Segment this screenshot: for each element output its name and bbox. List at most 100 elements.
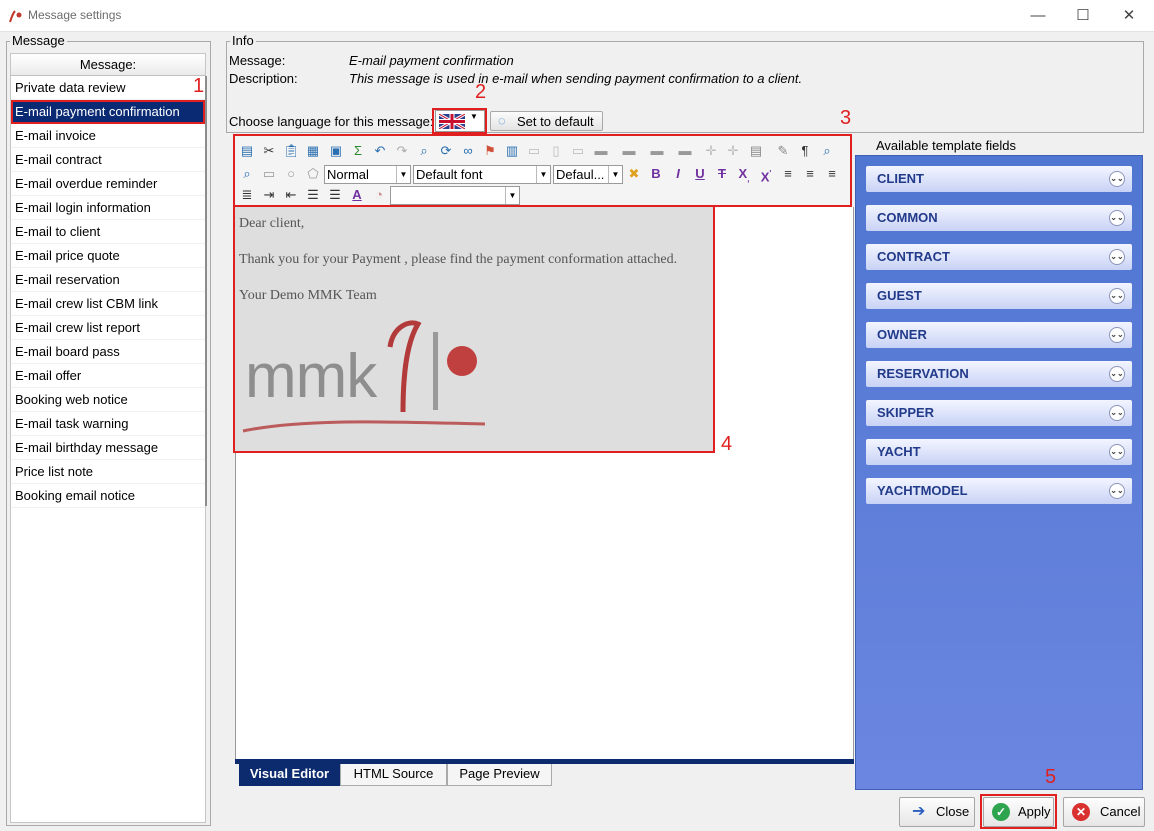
minimize-button[interactable]: — xyxy=(1015,0,1061,32)
message-list-item[interactable]: E-mail overdue reminder xyxy=(11,172,205,196)
zoom-out-icon[interactable]: ⌕ xyxy=(239,166,255,182)
link-icon[interactable]: ∞ xyxy=(460,143,476,159)
split-cells-icon[interactable]: ▬ xyxy=(621,143,637,159)
message-list[interactable]: Message: Private data review E-mail payme… xyxy=(10,53,206,823)
template-field-contract[interactable]: CONTRACT ⌄⌄ xyxy=(866,244,1132,270)
undo-icon[interactable]: ↶ xyxy=(372,143,388,159)
close-button[interactable]: ➔ Close xyxy=(899,797,975,827)
cell-props-icon[interactable]: ▬ xyxy=(649,143,665,159)
indent-icon[interactable]: ⇥ xyxy=(261,187,277,203)
message-list-item[interactable]: Private data review xyxy=(11,76,205,100)
message-group-title: Message xyxy=(10,33,67,48)
highlight-icon[interactable]: ⚑ xyxy=(482,143,498,159)
table-delete-icon[interactable]: ▬ xyxy=(677,143,693,159)
paragraph-icon[interactable]: ¶ xyxy=(797,143,813,159)
paste-icon[interactable]: 📋︎ xyxy=(283,143,300,159)
subscript-icon[interactable]: X, xyxy=(736,166,752,184)
message-list-item[interactable]: E-mail payment confirmation xyxy=(11,100,205,124)
language-select[interactable]: ▼ xyxy=(435,110,485,132)
insert-image-icon[interactable]: ▣ xyxy=(328,143,344,159)
text-color-icon[interactable]: A xyxy=(349,187,365,203)
apply-button[interactable]: ✓ Apply xyxy=(983,797,1054,827)
template-field-common[interactable]: COMMON ⌄⌄ xyxy=(866,205,1132,231)
clear-format-icon[interactable]: ✖ xyxy=(626,166,642,182)
redo-icon[interactable]: ↷ xyxy=(394,143,410,159)
delete-row-icon[interactable]: ▭ xyxy=(570,143,586,159)
message-list-item[interactable]: E-mail offer xyxy=(11,364,205,388)
bullet-list-icon[interactable]: ☰ xyxy=(327,187,343,203)
message-list-item[interactable]: E-mail price quote xyxy=(11,244,205,268)
class-select[interactable]: ▼ xyxy=(390,186,520,205)
align-center-icon[interactable]: ≡ xyxy=(802,166,818,182)
clipboard-icon[interactable]: ▤ xyxy=(748,143,764,159)
resize-icon[interactable]: ✛ xyxy=(725,143,741,159)
message-body[interactable]: Dear client, Thank you for your Payment … xyxy=(235,207,713,451)
message-list-item[interactable]: E-mail crew list report xyxy=(11,316,205,340)
font-select[interactable]: Default font ▼ xyxy=(413,165,551,184)
template-field-skipper[interactable]: SKIPPER ⌄⌄ xyxy=(866,400,1132,426)
find-icon[interactable]: ⌕ xyxy=(416,143,432,159)
background-color-icon[interactable]: ◔ xyxy=(371,187,387,203)
superscript-icon[interactable]: X' xyxy=(758,166,774,184)
italic-icon[interactable]: I xyxy=(670,166,686,182)
template-field-yachtmodel[interactable]: YACHTMODEL ⌄⌄ xyxy=(866,478,1132,504)
insert-table-icon[interactable]: ▦ xyxy=(305,143,321,159)
message-list-item[interactable]: E-mail contract xyxy=(11,148,205,172)
template-field-label: YACHTMODEL xyxy=(877,483,968,498)
message-list-item[interactable]: E-mail board pass xyxy=(11,340,205,364)
message-list-item[interactable]: E-mail task warning xyxy=(11,412,205,436)
refresh-icon: ◌ xyxy=(498,113,506,128)
move-icon[interactable]: ✛ xyxy=(703,143,719,159)
message-list-item[interactable]: E-mail reservation xyxy=(11,268,205,292)
style-select[interactable]: Normal ▼ xyxy=(324,165,411,184)
circle-icon[interactable]: ○ xyxy=(283,166,299,182)
window-close-button[interactable]: ✕ xyxy=(1106,0,1152,32)
message-list-item[interactable]: Booking web notice xyxy=(11,388,205,412)
numbered-list-icon[interactable]: ☰ xyxy=(305,187,321,203)
select-all-icon[interactable]: ▤ xyxy=(239,143,255,159)
language-dropdown-arrow-icon[interactable]: ▼ xyxy=(470,112,478,121)
cancel-button[interactable]: ✕ Cancel xyxy=(1063,797,1145,827)
body-signature: Your Demo MMK Team xyxy=(239,288,377,303)
message-list-header[interactable]: Message: xyxy=(11,54,205,76)
info-group-title: Info xyxy=(230,33,256,48)
sum-icon[interactable]: Σ xyxy=(350,143,366,159)
cut-icon[interactable]: ✂ xyxy=(261,143,277,159)
template-field-guest[interactable]: GUEST ⌄⌄ xyxy=(866,283,1132,309)
message-list-item[interactable]: E-mail login information xyxy=(11,196,205,220)
align-right-icon[interactable]: ≡ xyxy=(824,166,840,182)
insert-row-icon[interactable]: ▭ xyxy=(526,143,542,159)
table-props-icon[interactable]: ▥ xyxy=(504,143,520,159)
size-select[interactable]: Defaul... ▼ xyxy=(553,165,623,184)
insert-col-icon[interactable]: ▯ xyxy=(548,143,564,159)
template-field-client[interactable]: CLIENT ⌄⌄ xyxy=(866,166,1132,192)
strikethrough-icon[interactable]: T xyxy=(714,166,730,182)
chevron-down-icon: ▼ xyxy=(396,166,410,183)
zoom-in-icon[interactable]: ⌕ xyxy=(819,143,835,159)
merge-cells-icon[interactable]: ▬ xyxy=(593,143,609,159)
polygon-icon[interactable]: ⬠ xyxy=(305,166,321,182)
template-field-yacht[interactable]: YACHT ⌄⌄ xyxy=(866,439,1132,465)
template-field-owner[interactable]: OWNER ⌄⌄ xyxy=(866,322,1132,348)
edit-icon[interactable]: ✎ xyxy=(775,143,791,159)
message-list-item[interactable]: E-mail birthday message xyxy=(11,436,205,460)
message-list-item[interactable]: Booking email notice xyxy=(11,484,205,508)
message-list-item[interactable]: E-mail to client xyxy=(11,220,205,244)
replace-icon[interactable]: ⟳ xyxy=(438,143,454,159)
template-field-reservation[interactable]: RESERVATION ⌄⌄ xyxy=(866,361,1132,387)
justify-icon[interactable]: ≣ xyxy=(239,187,255,203)
tab-page-preview[interactable]: Page Preview xyxy=(447,764,552,786)
message-list-item[interactable]: Price list note xyxy=(11,460,205,484)
message-list-item[interactable]: E-mail invoice xyxy=(11,124,205,148)
underline-icon[interactable]: U xyxy=(692,166,708,182)
rectangle-icon[interactable]: ▭ xyxy=(261,166,277,182)
message-list-item[interactable]: E-mail crew list CBM link xyxy=(11,292,205,316)
outdent-icon[interactable]: ⇤ xyxy=(283,187,299,203)
chevron-double-down-icon: ⌄⌄ xyxy=(1109,327,1125,343)
tab-html-source[interactable]: HTML Source xyxy=(340,764,447,786)
set-default-button[interactable]: ◌ Set to default xyxy=(490,111,603,131)
bold-icon[interactable]: B xyxy=(648,166,664,182)
maximize-button[interactable]: ☐ xyxy=(1060,0,1106,32)
align-left-icon[interactable]: ≡ xyxy=(780,166,796,182)
tab-visual-editor[interactable]: Visual Editor xyxy=(239,764,340,786)
